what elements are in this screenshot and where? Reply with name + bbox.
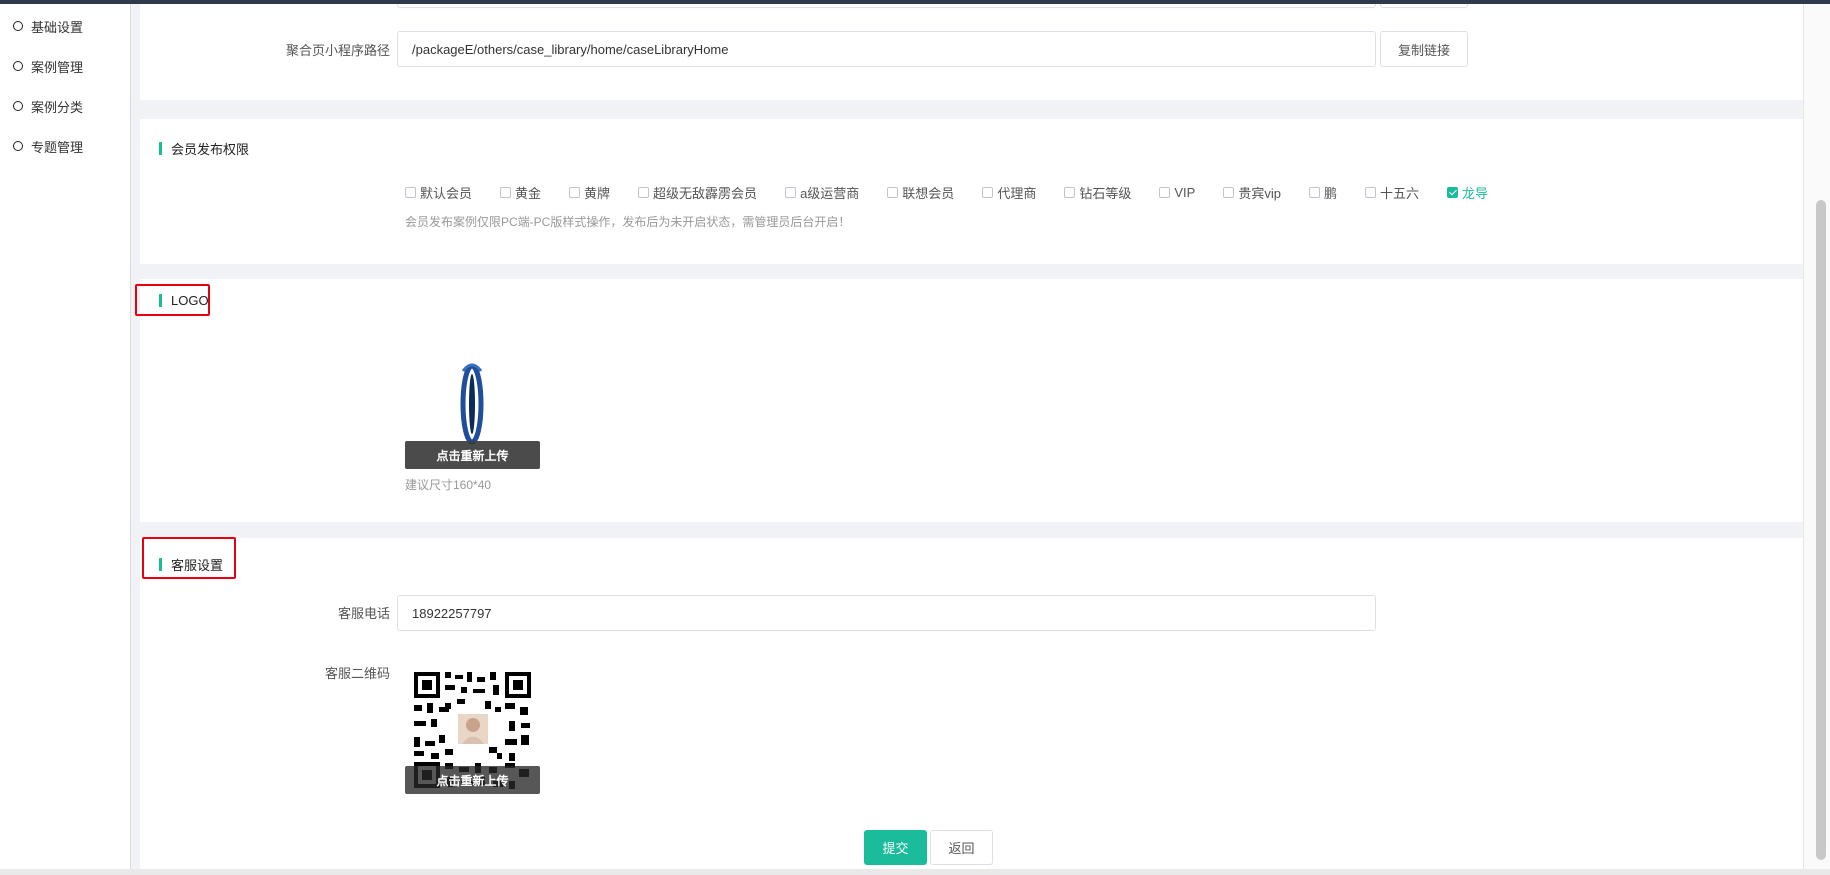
checkbox-label: 联想会员	[902, 186, 955, 201]
phone-input[interactable]	[397, 595, 1376, 631]
checkbox-fifteen-six[interactable]: 十五六	[1364, 183, 1419, 202]
checkbox-label: 鹏	[1323, 186, 1337, 201]
main-content: 聚合页小程序路径 复制链接 会员发布权限 默认会员 黄金 黄牌 超级无敌霹雳会员…	[131, 4, 1803, 869]
checkbox-box[interactable]	[1308, 187, 1320, 198]
sidebar-item-label: 案例分类	[31, 99, 84, 115]
checkbox-diamond[interactable]: 钻石等级	[1064, 183, 1131, 202]
sidebar-item-topic-management[interactable]: 专题管理	[13, 136, 83, 156]
checkbox-box[interactable]	[569, 187, 581, 198]
checkbox-label: 贵宾vip	[1238, 186, 1281, 201]
member-permission-hint: 会员发布案例仅限PC端-PC版样式操作，发布后为未开启状态，需管理员后台开启！	[405, 215, 851, 229]
previous-button-fragment	[1380, 4, 1468, 8]
checkbox-checked-box[interactable]	[1446, 187, 1458, 198]
checkbox-box[interactable]	[405, 187, 416, 198]
checkbox-box[interactable]	[785, 187, 797, 198]
checkbox-label: 默认会员	[420, 186, 473, 201]
title-accent-bar	[159, 294, 162, 307]
aggregate-path-input[interactable]	[397, 31, 1376, 67]
checkbox-box[interactable]	[1159, 187, 1171, 198]
checkbox-box[interactable]	[1364, 187, 1376, 198]
checkbox-label: 黄牌	[584, 186, 611, 201]
checkbox-label: 钻石等级	[1079, 186, 1132, 201]
checkbox-peng[interactable]: 鹏	[1308, 183, 1337, 202]
phone-label: 客服电话	[337, 606, 390, 621]
customer-service-card: 客服设置 客服电话 客服二维码	[140, 537, 1803, 818]
logo-card: LOGO 点击重新上传 建议尺寸160*40	[135, 279, 1803, 522]
qr-code-label: 客服二维码	[324, 666, 390, 681]
sidebar-item-case-management[interactable]: 案例管理	[13, 56, 83, 76]
checkbox-lenovo-member[interactable]: 联想会员	[887, 183, 954, 202]
aggregate-path-label: 聚合页小程序路径	[285, 43, 390, 58]
checkbox-guest-vip[interactable]: 贵宾vip	[1223, 183, 1281, 202]
section-title-member-permission: 会员发布权限	[159, 139, 249, 158]
circle-icon	[13, 101, 23, 111]
action-bar: 提交 返回	[140, 816, 1803, 869]
copy-link-button[interactable]: 复制链接	[1380, 31, 1468, 67]
member-level-checkbox-group: 默认会员 黄金 黄牌 超级无敌霹雳会员 a级运营商 联想会员 代理商 钻石等级 …	[405, 183, 1516, 202]
checkbox-label: 代理商	[997, 186, 1037, 201]
checkbox-default-member[interactable]: 默认会员	[405, 183, 472, 202]
checkbox-box[interactable]	[1223, 187, 1235, 198]
sidebar-item-basic-settings[interactable]: 基础设置	[13, 16, 83, 36]
previous-input-fragment	[397, 4, 1376, 8]
checkbox-box[interactable]	[638, 187, 650, 198]
section-title-customer-service: 客服设置	[159, 555, 223, 574]
qr-code-reupload-button[interactable]: 点击重新上传	[405, 766, 540, 794]
sidebar: 基础设置 案例管理 案例分类 专题管理	[0, 4, 131, 869]
back-button[interactable]: 返回	[930, 830, 993, 865]
logo-reupload-button[interactable]: 点击重新上传	[405, 441, 540, 469]
checkbox-a-operator[interactable]: a级运营商	[785, 183, 859, 202]
logo-size-hint: 建议尺寸160*40	[405, 478, 492, 492]
sidebar-item-label: 基础设置	[31, 19, 84, 35]
section-title-text: 会员发布权限	[171, 142, 250, 157]
checkbox-super-member[interactable]: 超级无敌霹雳会员	[638, 183, 757, 202]
checkbox-yellow-card[interactable]: 黄牌	[569, 183, 610, 202]
circle-icon	[13, 21, 23, 31]
checkbox-label: VIP	[1174, 185, 1196, 200]
member-permission-card: 会员发布权限 默认会员 黄金 黄牌 超级无敌霹雳会员 a级运营商 联想会员 代理…	[140, 119, 1803, 264]
sidebar-item-label: 专题管理	[31, 139, 84, 155]
checkbox-label: 黄金	[515, 186, 542, 201]
section-title-logo: LOGO	[159, 293, 209, 308]
submit-button[interactable]: 提交	[864, 830, 927, 865]
aggregate-path-card: 聚合页小程序路径 复制链接	[140, 4, 1803, 100]
sidebar-item-case-category[interactable]: 案例分类	[13, 96, 83, 116]
page-scrollbar-thumb[interactable]	[1816, 200, 1826, 860]
checkbox-box[interactable]	[1064, 187, 1076, 198]
checkbox-label: 超级无敌霹雳会员	[653, 186, 758, 201]
checkbox-agent[interactable]: 代理商	[982, 183, 1036, 202]
sidebar-item-label: 案例管理	[31, 59, 84, 75]
checkbox-vip[interactable]: VIP	[1159, 185, 1195, 200]
checkbox-label: 龙导	[1461, 186, 1488, 201]
checkbox-box[interactable]	[500, 187, 512, 198]
section-title-text: 客服设置	[171, 558, 224, 573]
circle-icon	[13, 141, 23, 151]
checkbox-box[interactable]	[982, 187, 994, 198]
bottom-strip	[0, 869, 1830, 875]
title-accent-bar	[159, 558, 162, 571]
checkbox-longdao[interactable]: 龙导	[1446, 183, 1488, 202]
section-title-text: LOGO	[171, 293, 209, 308]
checkbox-gold[interactable]: 黄金	[500, 183, 541, 202]
circle-icon	[13, 61, 23, 71]
checkbox-label: a级运营商	[800, 186, 860, 201]
checkbox-box[interactable]	[887, 187, 899, 198]
title-accent-bar	[159, 142, 162, 155]
checkbox-label: 十五六	[1379, 186, 1419, 201]
